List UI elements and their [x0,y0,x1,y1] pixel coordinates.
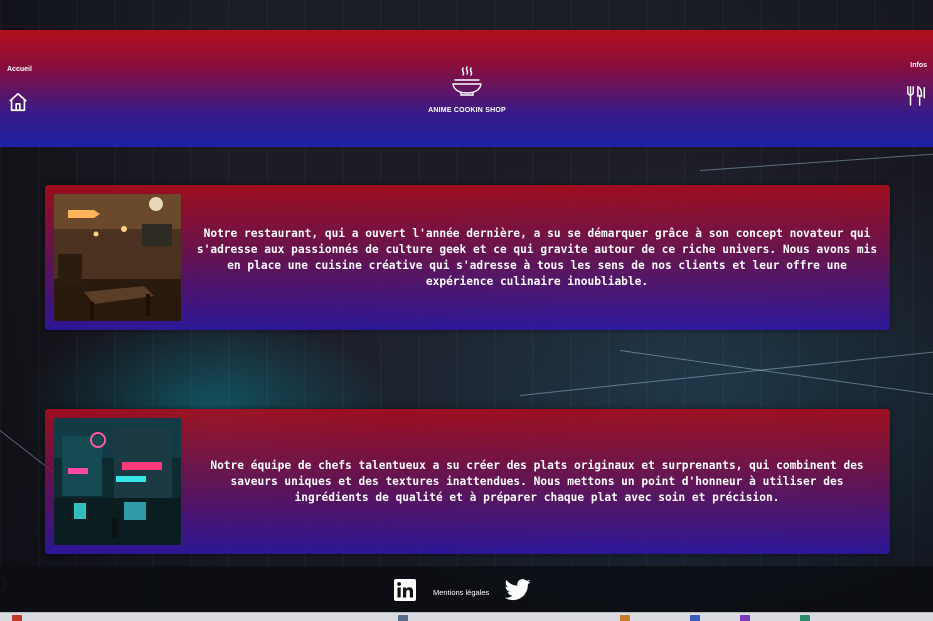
about-text-1: Notre restaurant, qui a ouvert l'année d… [196,226,878,288]
os-taskbar [0,612,933,621]
nav-accueil-link[interactable]: Accueil [7,66,47,118]
taskbar-app-icon[interactable] [398,615,408,621]
taskbar-app-icon[interactable] [740,615,750,621]
taskbar-app-icon[interactable] [690,615,700,621]
nav-infos-label: Infos [910,62,927,69]
background-light-line [699,153,933,171]
brand-title: ANIME COOKIN SHOP [428,107,506,114]
taskbar-app-icon[interactable] [800,615,810,621]
taskbar-app-icon[interactable] [12,615,22,621]
nav-infos-link[interactable]: Infos [887,62,927,112]
mentions-legales-link[interactable]: Mentions légales [433,588,489,597]
site-header: Accueil ANIME COOKIN SHOP Infos [0,30,933,147]
restaurant-interior-photo [54,194,181,321]
brand-logo[interactable]: ANIME COOKIN SHOP [420,66,514,114]
taskbar-app-icon[interactable] [620,615,630,621]
fork-knife-icon [901,85,927,112]
background-light-line [519,351,933,396]
nav-accueil-label: Accueil [7,66,32,73]
linkedin-icon[interactable] [393,578,417,607]
about-card-chefs: Notre équipe de chefs talentueux a su cr… [45,409,890,554]
about-text-2: Notre équipe de chefs talentueux a su cr… [210,458,864,504]
home-icon [7,91,47,118]
site-footer: Mentions légales [0,566,933,612]
about-card-restaurant: Notre restaurant, qui a ouvert l'année d… [45,185,890,330]
twitter-icon[interactable] [504,579,531,606]
neon-street-photo [54,418,181,545]
footer-links: Mentions légales [393,578,531,607]
ramen-bowl-icon [420,66,514,101]
